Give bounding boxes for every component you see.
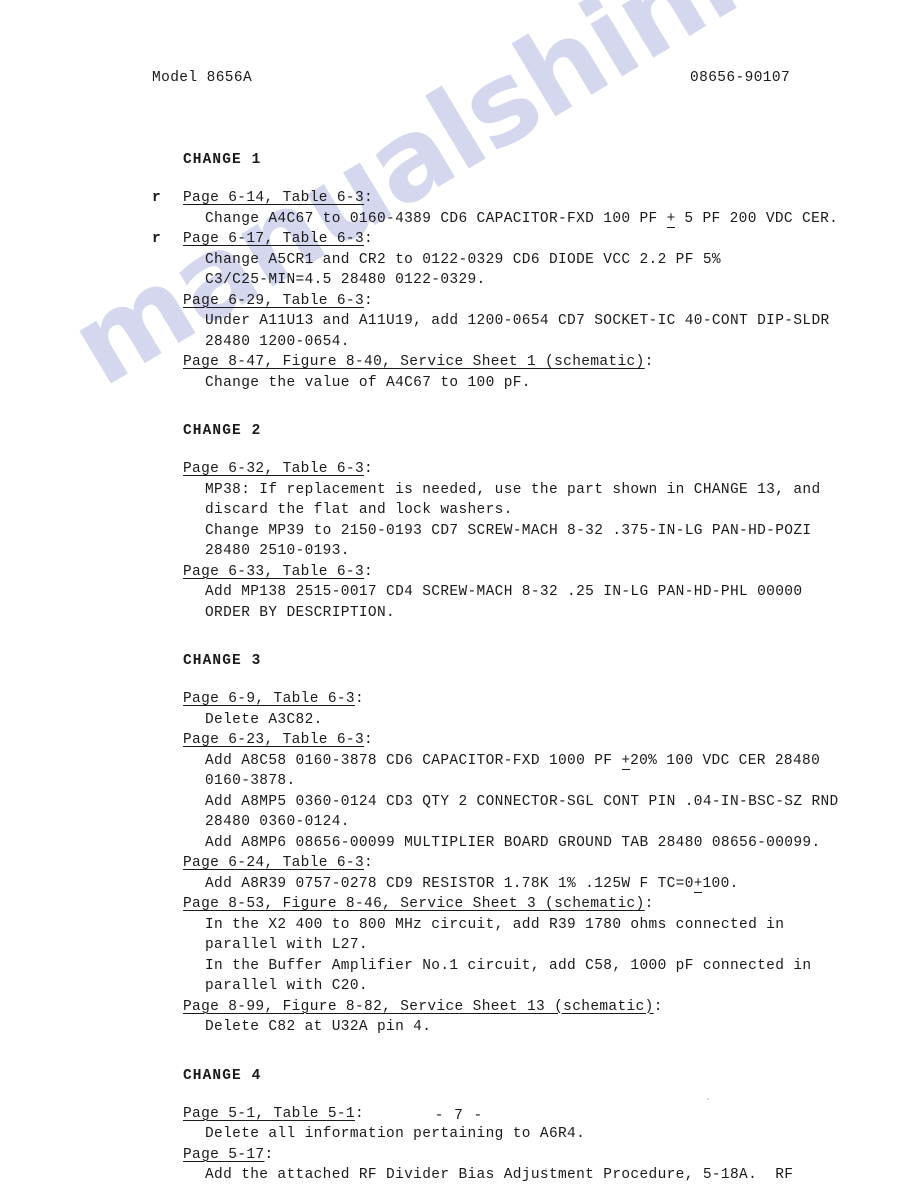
reference-heading-text: Page 6-17, Table 6-3 <box>183 231 365 247</box>
reference-heading-text: Page 8-47, Figure 8-40, Service Sheet 1 … <box>183 354 645 370</box>
reference-detail-line: 0160-3878. <box>205 773 296 789</box>
reference-heading-colon: : <box>264 1146 274 1163</box>
reference-detail-line: 28480 1200-0654. <box>205 333 350 350</box>
revision-mark: r <box>152 231 162 247</box>
document-page: manualshinive.com Model 8656A 08656-9010… <box>0 0 918 1188</box>
header-model-label: Model 8656A <box>152 70 253 86</box>
change-group: CHANGE 3 Page 6-9, Table 6-3: Delete A3C82… <box>0 653 918 1038</box>
reference-heading: Page 8-99, Figure 8-82, Service Sheet 13… <box>183 997 918 1018</box>
reference-heading-text: Page 6-32, Table 6-3 <box>183 461 365 477</box>
reference-heading-colon: : <box>364 732 374 748</box>
reference-detail-line: 28480 0360-0124. <box>205 814 350 830</box>
reference-entry: Page 8-47, Figure 8-40, Service Sheet 1 … <box>0 352 918 393</box>
reference-entry: Page 6-24, Table 6-3: Add A8R39 0757-0278… <box>0 853 918 894</box>
reference-heading-text: Page 6-14, Table 6-3 <box>183 190 365 206</box>
reference-heading-text: Page 8-53, Figure 8-46, Service Sheet 3 … <box>183 896 645 912</box>
reference-heading-text: Page 6-33, Table 6-3 <box>183 563 365 580</box>
reference-entry: Page 8-99, Figure 8-82, Service Sheet 13… <box>0 997 918 1038</box>
reference-entry: Page 6-23, Table 6-3: Add A8C58 0160-3878… <box>0 730 918 853</box>
reference-detail-line: Change A4C67 to 0160-4389 CD6 CAPACITOR-… <box>205 209 918 230</box>
reference-detail-line: Delete C82 at U32A pin 4. <box>205 1019 432 1035</box>
reference-heading-colon: : <box>644 354 654 370</box>
reference-heading-colon: : <box>364 292 374 309</box>
change-group: CHANGE 4 Page 5-1, Table 5-1: Delete all i… <box>0 1068 918 1188</box>
page-number-footer: - 7 - <box>434 1108 484 1124</box>
document-body: CHANGE 1 r Page 6-14, Table 6-3: Change A4C… <box>0 152 918 1188</box>
reference-detail-line: Add A8C58 0160-3878 CD6 CAPACITOR-FXD 10… <box>205 751 918 772</box>
reference-heading: Page 6-32, Table 6-3: <box>183 459 918 480</box>
reference-heading-colon: : <box>653 998 663 1015</box>
plus-minus-symbol: + <box>621 751 630 772</box>
reference-detail-line: Delete all information pertaining to A6R… <box>205 1126 586 1142</box>
change-heading: CHANGE 4 <box>183 1067 262 1084</box>
reference-heading-text: Page 6-24, Table 6-3 <box>183 855 365 871</box>
reference-heading: Page 5-17: <box>183 1145 918 1166</box>
reference-detail-line: Add A8MP5 0360-0124 CD3 QTY 2 CONNECTOR-… <box>205 793 839 810</box>
change-heading: CHANGE 1 <box>183 152 262 168</box>
change-heading: CHANGE 2 <box>183 423 262 439</box>
reference-entry: r Page 6-17, Table 6-3: Change A5CR1 and C… <box>0 229 918 291</box>
reference-detail-line: Change A5CR1 and CR2 to 0122-0329 CD6 DI… <box>205 251 721 268</box>
reference-heading: r Page 6-17, Table 6-3: <box>152 229 918 250</box>
reference-heading-colon: : <box>364 855 374 871</box>
reference-entry: Page 6-9, Table 6-3: Delete A3C82. <box>0 689 918 730</box>
change-group: CHANGE 2 Page 6-32, Table 6-3: MP38: If re… <box>0 423 918 623</box>
reference-detail-line: 28480 2510-0193. <box>205 543 350 559</box>
reference-detail-line: Add MP138 2515-0017 CD4 SCREW-MACH 8-32 … <box>205 584 803 600</box>
change-group: CHANGE 1 r Page 6-14, Table 6-3: Change A4C… <box>0 152 918 393</box>
reference-heading: Page 8-53, Figure 8-46, Service Sheet 3 … <box>183 894 918 915</box>
plus-minus-symbol: + <box>694 874 703 895</box>
reference-heading: Page 6-29, Table 6-3: <box>183 291 918 312</box>
reference-entry: Page 8-53, Figure 8-46, Service Sheet 3 … <box>0 894 918 997</box>
reference-detail-line: C3/C25-MIN=4.5 28480 0122-0329. <box>205 272 486 288</box>
reference-detail-line: Add the attached RF Divider Bias Adjustm… <box>205 1167 794 1183</box>
reference-heading: Page 6-33, Table 6-3: <box>183 562 918 583</box>
reference-heading: Page 6-23, Table 6-3: <box>183 730 918 751</box>
reference-heading-colon: : <box>364 461 374 477</box>
reference-detail-line: Under A11U13 and A11U19, add 1200-0654 C… <box>205 313 830 329</box>
reference-heading-text: Page 5-17 <box>183 1146 265 1163</box>
reference-detail-line: discard the flat and lock washers. <box>205 502 513 518</box>
reference-heading-colon: : <box>364 231 374 247</box>
reference-heading-colon: : <box>364 190 374 206</box>
reference-heading-text: Page 8-99, Figure 8-82, Service Sheet 13… <box>183 998 654 1015</box>
reference-detail-line: Add A8R39 0757-0278 CD9 RESISTOR 1.78K 1… <box>205 874 918 895</box>
reference-heading: Page 6-24, Table 6-3: <box>183 853 918 874</box>
reference-heading: r Page 6-14, Table 6-3: <box>152 188 918 209</box>
reference-detail-line: In the Buffer Amplifier No.1 circuit, ad… <box>205 957 812 974</box>
reference-entry: Page 5-17: Add the attached RF Divider Bi… <box>0 1145 918 1188</box>
reference-entry: Page 6-32, Table 6-3: MP38: If replacemen… <box>0 459 918 562</box>
header-part-number: 08656-90107 <box>690 70 791 86</box>
reference-detail-line: Change MP39 to 2150-0193 CD7 SCREW-MACH … <box>205 522 812 539</box>
reference-entry: Page 6-33, Table 6-3: Add MP138 2515-0017… <box>0 562 918 624</box>
reference-entry: r Page 6-14, Table 6-3: Change A4C67 to 01… <box>0 188 918 229</box>
change-heading: CHANGE 3 <box>183 653 262 669</box>
reference-detail-line: In the X2 400 to 800 MHz circuit, add R3… <box>205 916 785 933</box>
reference-detail-line: MP38: If replacement is needed, use the … <box>205 481 821 498</box>
reference-heading-text: Page 6-29, Table 6-3 <box>183 292 365 309</box>
revision-mark: r <box>152 190 162 206</box>
reference-heading: Page 8-47, Figure 8-40, Service Sheet 1 … <box>183 352 918 373</box>
reference-heading-text: Page 6-9, Table 6-3 <box>183 691 355 707</box>
reference-detail-line: Delete A3C82. <box>205 711 323 728</box>
reference-heading-colon: : <box>364 563 374 580</box>
reference-heading-colon: : <box>354 691 365 707</box>
reference-detail-line: parallel with L27. <box>205 937 368 953</box>
reference-heading-colon: : <box>644 896 654 912</box>
reference-heading-text: Page 6-23, Table 6-3 <box>183 732 365 748</box>
reference-entry: Page 6-29, Table 6-3: Under A11U13 and A1… <box>0 291 918 353</box>
plus-minus-symbol: + <box>667 209 675 230</box>
reference-detail-line: Change the value of A4C67 to 100 pF. <box>205 374 531 391</box>
reference-detail-line: Add A8MP6 08656-00099 MULTIPLIER BOARD G… <box>205 834 821 851</box>
reference-detail-line: parallel with C20. <box>205 978 368 994</box>
reference-heading: Page 6-9, Table 6-3: <box>183 689 918 710</box>
reference-detail-line: ORDER BY DESCRIPTION. <box>205 604 396 621</box>
